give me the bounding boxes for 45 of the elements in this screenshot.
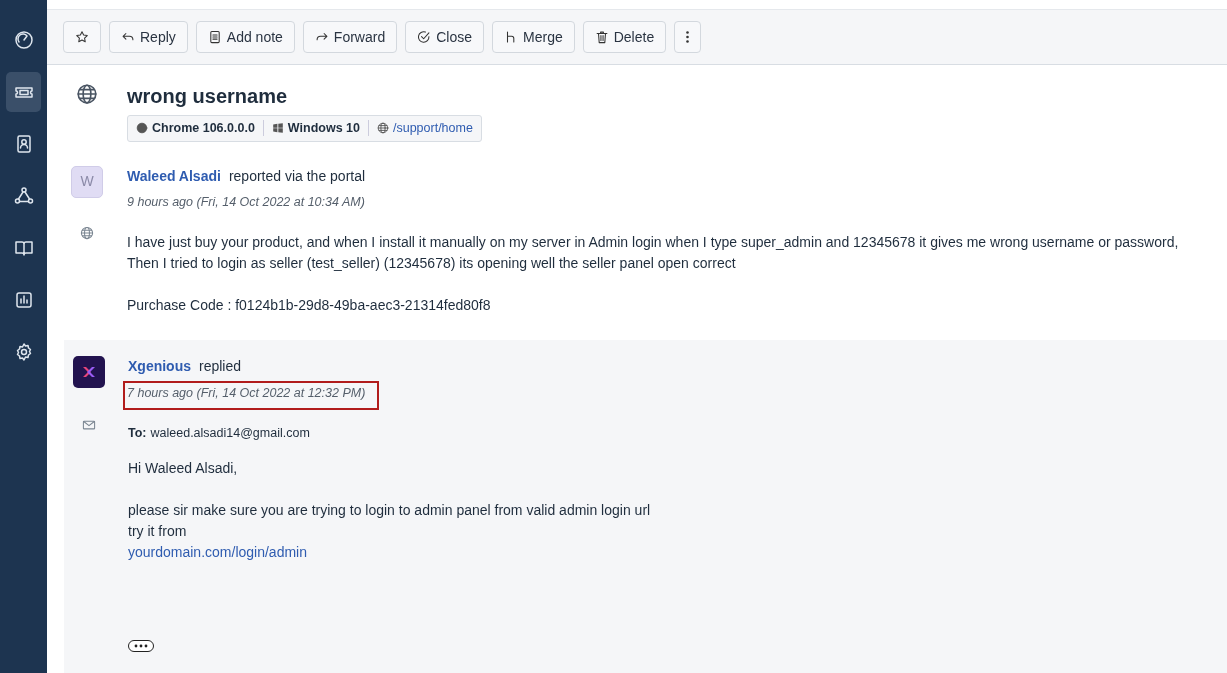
toolbar-button[interactable]: Merge	[492, 21, 575, 53]
message-line: Hi Waleed Alsadi,	[128, 459, 239, 479]
client-info-text: Windows 10	[287, 120, 360, 137]
globe-icon	[80, 226, 94, 241]
action-text: reported via the portal	[228, 166, 366, 186]
toolbar-button[interactable]: Close	[405, 21, 484, 53]
ticket-title: wrong username	[127, 84, 289, 109]
author-link[interactable]: Xgenious	[128, 355, 191, 377]
company-logo	[73, 355, 105, 388]
message-line: Then I tried to login as seller (test_seller) (12345678) its opening well the seller panel open correct	[127, 253, 737, 273]
toolbar-button[interactable]: Delete	[582, 21, 667, 53]
url-link[interactable]: yourdomain.com/login/admin	[128, 544, 307, 561]
message-line: try it from	[128, 522, 188, 542]
globe-icon	[376, 122, 389, 135]
note-icon	[207, 30, 222, 44]
show-more-button[interactable]	[128, 640, 154, 653]
message-line: I have just buy your product, and when I install it manually on my server in Admin login when I type super_admin and 12345678 it gives me wrong username or password,	[127, 232, 1180, 252]
book-icon	[13, 238, 34, 258]
toolbar-button[interactable]: Add note	[195, 21, 295, 53]
chart-icon	[13, 290, 34, 310]
star-icon	[75, 30, 89, 44]
toolbar-button[interactable]: Reply	[109, 21, 188, 53]
globe-icon	[76, 83, 98, 105]
mail-icon	[82, 418, 96, 433]
page-link[interactable]: /support/home	[392, 119, 473, 138]
message-line: please sir make sure you are trying to login to admin panel from valid admin login url	[128, 501, 652, 521]
trash-icon	[594, 30, 609, 44]
recipient-text: To: waleed.alsadi14@gmail.com	[128, 424, 311, 442]
action-text: replied	[199, 356, 242, 376]
toolbar-button[interactable]: Forward	[302, 21, 398, 53]
windows-logo-icon	[271, 122, 284, 135]
sidebar-item[interactable]	[6, 72, 41, 112]
check-circle-icon	[417, 30, 432, 44]
more-vertical-icon	[686, 31, 690, 43]
star-button[interactable]	[63, 21, 101, 53]
author-link[interactable]: Waleed Alsadi	[127, 165, 221, 187]
timestamp: 7 hours ago (Fri, 14 Oct 2022 at 12:32 PM)	[123, 380, 380, 410]
network-icon	[13, 186, 34, 206]
gauge-icon	[13, 30, 34, 50]
avatar: W	[71, 165, 103, 198]
message-line: Purchase Code : f0124b1b-29d8-49ba-aec3-21314fed80f8	[127, 295, 492, 315]
ellipsis-icon	[134, 644, 148, 649]
timestamp: 9 hours ago (Fri, 14 Oct 2022 at 10:34 AM)	[127, 194, 365, 209]
client-info-text: Chrome 106.0.0.0	[152, 120, 255, 137]
browser-icon	[136, 122, 148, 135]
